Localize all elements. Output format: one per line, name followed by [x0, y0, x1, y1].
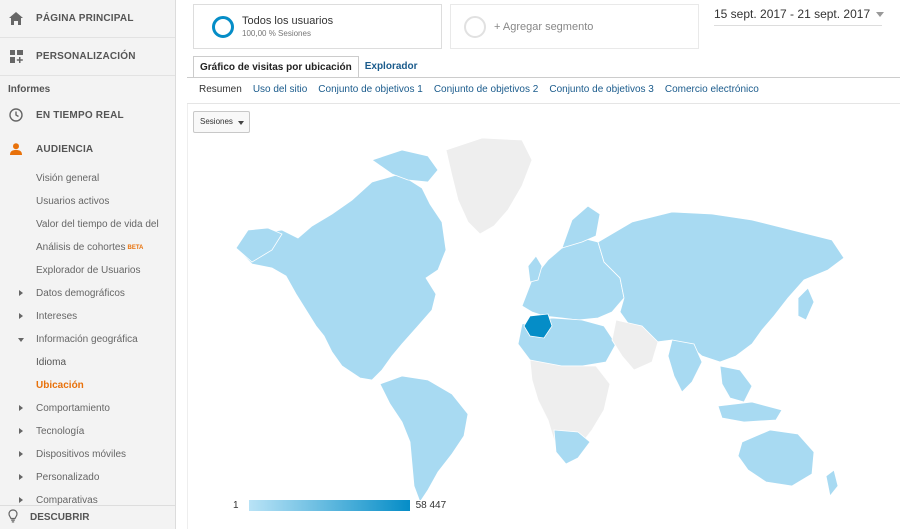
sidebar-item-label: Comportamiento [36, 403, 110, 414]
sidebar-item-label: Intereses [36, 311, 78, 322]
world-map[interactable] [232, 130, 852, 500]
legend-min: 1 [233, 500, 239, 511]
segment-ring-icon [212, 15, 234, 38]
sidebar-item-label: Análisis de cohortes [36, 242, 126, 253]
home-icon [8, 11, 24, 27]
subtab-summary[interactable]: Resumen [199, 84, 242, 95]
sidebar-item-lifetime-value[interactable]: Valor del tiempo de vida del [0, 213, 175, 236]
main-content: Todos los usuarios 100,00 % Sesiones + A… [177, 0, 900, 529]
date-range-label: 15 sept. 2017 - 21 sept. 2017 [714, 7, 871, 21]
nav-realtime-label: EN TIEMPO REAL [36, 109, 124, 121]
map-region-north-america [237, 173, 447, 381]
sidebar-item-technology[interactable]: Tecnología [0, 420, 175, 443]
sidebar-item-overview[interactable]: Visión general [0, 167, 175, 190]
tabs-divider [187, 77, 900, 78]
subtab-site-usage[interactable]: Uso del sitio [253, 84, 307, 95]
nav-discover-label: DESCUBRIR [30, 512, 90, 523]
beta-badge: BETA [127, 244, 144, 251]
map-region-arctic-islands [371, 149, 439, 183]
sidebar-item-label: Idioma [36, 357, 67, 368]
map-region-japan [797, 287, 815, 321]
nav-home-label: PÁGINA PRINCIPAL [36, 13, 134, 24]
empty-segment-icon [464, 15, 486, 38]
date-range-picker[interactable]: 15 sept. 2017 - 21 sept. 2017 [714, 7, 885, 21]
tab-explorer[interactable]: Explorador [359, 56, 424, 78]
map-legend: 1 58 447 [233, 500, 446, 511]
sidebar-item-label: Dispositivos móviles [36, 449, 127, 460]
report-tabs: Gráfico de visitas por ubicación Explora… [193, 56, 424, 78]
map-region-indonesia [717, 401, 783, 423]
sidebar-item-label: Datos demográficos [36, 288, 125, 299]
sidebar-item-custom[interactable]: Personalizado [0, 466, 175, 489]
date-underline [714, 25, 882, 26]
sidebar-item-behavior[interactable]: Comportamiento [0, 397, 175, 420]
add-segment-button[interactable]: + Agregar segmento [450, 4, 699, 49]
clock-icon [8, 107, 24, 123]
sidebar-item-label: Ubicación [36, 380, 84, 391]
explorer-subtabs: Resumen Uso del sitio Conjunto de objeti… [199, 84, 770, 95]
nav-customize[interactable]: PERSONALIZACIÓN [0, 38, 175, 76]
reports-title: Informes [8, 84, 51, 95]
sidebar-item-language[interactable]: Idioma [0, 351, 175, 374]
sidebar: PÁGINA PRINCIPAL PERSONALIZACIÓN Informe… [0, 0, 176, 529]
sidebar-item-location[interactable]: Ubicación [0, 374, 175, 397]
nav-realtime[interactable]: EN TIEMPO REAL [0, 99, 175, 131]
sidebar-item-geo[interactable]: Información geográfica [0, 328, 175, 351]
sidebar-item-demographics[interactable]: Datos demográficos [0, 282, 175, 305]
dashboard-grid-icon [8, 49, 24, 65]
chevron-down-icon [238, 121, 244, 125]
chevron-down-icon [876, 12, 885, 18]
sidebar-item-label: Tecnología [36, 426, 85, 437]
nav-customize-label: PERSONALIZACIÓN [36, 51, 136, 62]
sidebar-item-label: Información geográfica [36, 334, 138, 345]
segment-subtitle: 100,00 % Sesiones [242, 29, 311, 38]
map-region-australia [737, 429, 815, 487]
sidebar-item-mobile[interactable]: Dispositivos móviles [0, 443, 175, 466]
sidebar-item-label: Visión general [36, 173, 100, 184]
sidebar-item-label: Explorador de Usuarios [36, 265, 141, 276]
add-segment-label: + Agregar segmento [494, 20, 594, 33]
map-region-new-zealand [825, 469, 839, 497]
nav-home[interactable]: PÁGINA PRINCIPAL [0, 0, 175, 38]
legend-max: 58 447 [415, 500, 447, 511]
sidebar-item-active-users[interactable]: Usuarios activos [0, 190, 175, 213]
sidebar-item-label: Valor del tiempo de vida del [36, 219, 159, 230]
segment-all-users[interactable]: Todos los usuarios 100,00 % Sesiones [193, 4, 442, 49]
nav-discover[interactable]: DESCUBRIR [0, 505, 175, 529]
segment-title: Todos los usuarios [242, 15, 334, 27]
tab-map-overlay[interactable]: Gráfico de visitas por ubicación [193, 56, 359, 78]
subtab-goal-set-3[interactable]: Conjunto de objetivos 3 [549, 84, 654, 95]
map-region-se-asia [719, 365, 753, 403]
subtab-goal-set-2[interactable]: Conjunto de objetivos 2 [434, 84, 539, 95]
map-region-south-america [379, 375, 469, 500]
map-region-greenland [445, 137, 533, 235]
sidebar-item-user-explorer[interactable]: Explorador de Usuarios [0, 259, 175, 282]
sidebar-item-label: Personalizado [36, 472, 100, 483]
nav-audience[interactable]: AUDIENCIA [0, 131, 175, 167]
subtab-ecommerce[interactable]: Comercio electrónico [665, 84, 759, 95]
nav-audience-label: AUDIENCIA [36, 143, 94, 155]
sidebar-item-cohort-analysis[interactable]: Análisis de cohortes BETA [0, 236, 175, 259]
sidebar-item-label: Usuarios activos [36, 196, 110, 207]
lightbulb-icon [8, 509, 18, 526]
subtab-goal-set-1[interactable]: Conjunto de objetivos 1 [318, 84, 423, 95]
sidebar-item-interests[interactable]: Intereses [0, 305, 175, 328]
legend-gradient-bar [248, 500, 410, 511]
metric-select-value: Sesiones [200, 117, 233, 126]
person-icon [8, 141, 24, 157]
